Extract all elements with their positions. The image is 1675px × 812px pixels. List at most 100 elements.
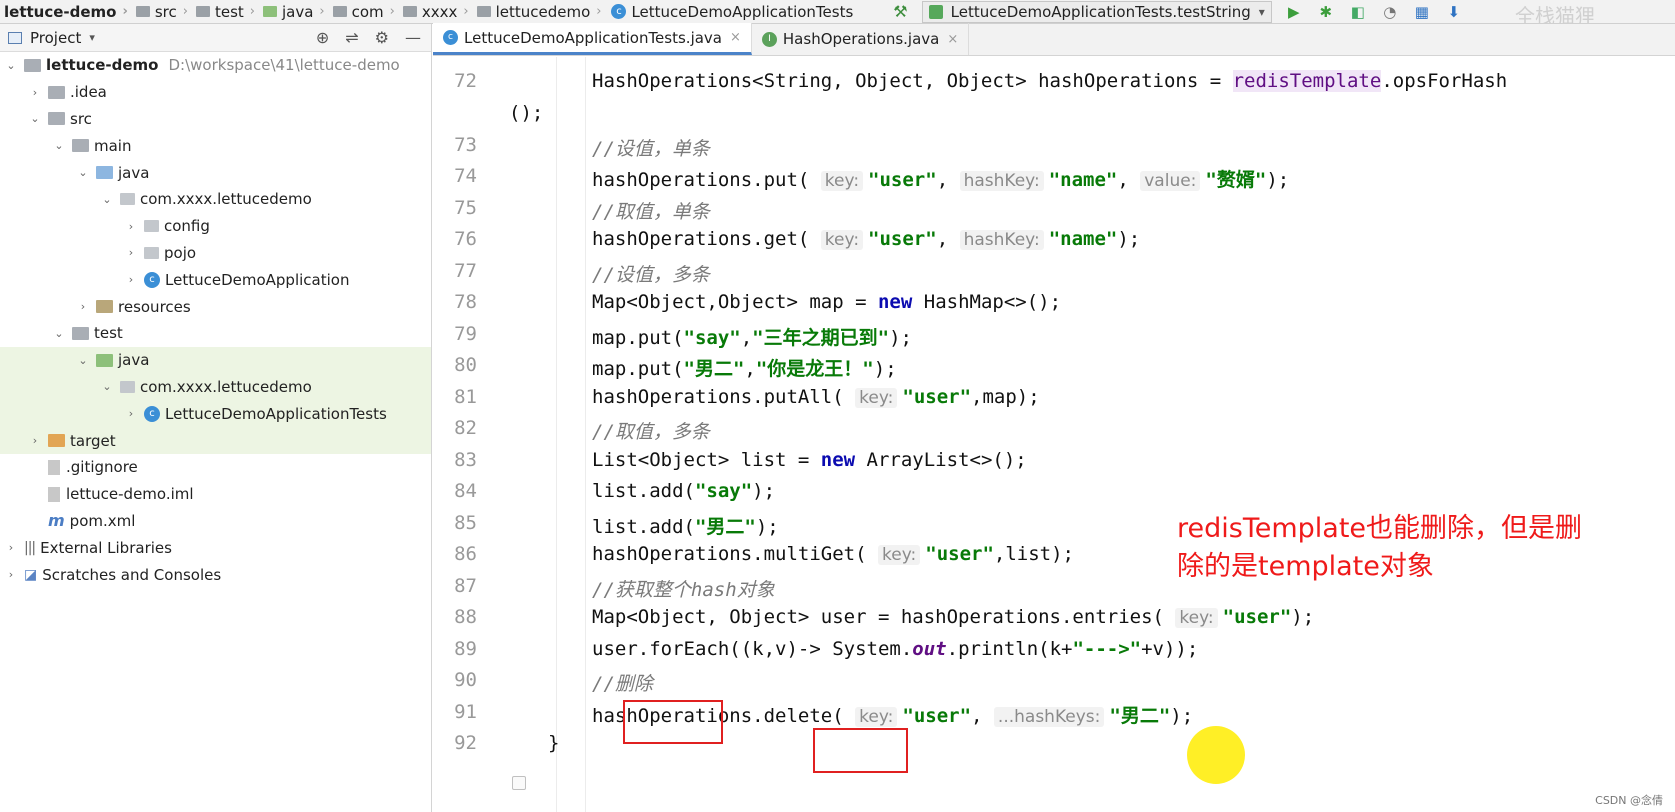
chevron-right-icon[interactable]: ›: [124, 273, 138, 286]
tree-item[interactable]: ⌄ main: [0, 132, 431, 159]
tree-item-label: main: [94, 136, 132, 155]
file-icon: [48, 459, 60, 475]
tree-item[interactable]: .gitignore: [0, 454, 431, 481]
cursor-highlight: [1187, 726, 1245, 784]
chevron-right-icon[interactable]: ›: [124, 407, 138, 420]
breadcrumb-item[interactable]: lettucedemo ›: [469, 3, 601, 21]
vcs-icon[interactable]: ▦: [1412, 2, 1432, 22]
tree-item[interactable]: ⌄ com.xxxx.lettucedemo: [0, 373, 431, 401]
coverage-icon[interactable]: ◧: [1348, 2, 1368, 22]
chevron-right-icon[interactable]: ›: [28, 86, 42, 99]
update-icon[interactable]: ⬇: [1444, 2, 1464, 22]
editor-tab-bar: c LettuceDemoApplicationTests.java × I H…: [433, 23, 1675, 56]
tree-item-label: pojo: [164, 243, 197, 262]
tab-hash-operations[interactable]: I HashOperations.java ×: [752, 23, 970, 55]
tree-item[interactable]: › pojo: [0, 240, 431, 267]
tree-item[interactable]: › c LettuceDemoApplication: [0, 266, 431, 293]
chevron-down-icon[interactable]: ⌄: [76, 166, 90, 179]
breadcrumb-item[interactable]: lettuce-demo ›: [4, 3, 128, 21]
breadcrumb-label: LettuceDemoApplicationTests: [631, 2, 854, 21]
code-line-82: //取值，多条: [592, 421, 710, 443]
tree-item[interactable]: › c LettuceDemoApplicationTests: [0, 400, 431, 428]
breadcrumb-item[interactable]: java ›: [255, 3, 325, 21]
code-area[interactable]: HashOperations<String, Object, Object> h…: [433, 57, 1675, 812]
tree-item[interactable]: › .idea: [0, 79, 431, 106]
breadcrumb-item[interactable]: test ›: [188, 3, 255, 21]
code-line-88: Map<Object, Object> user = hashOperation…: [592, 606, 1315, 628]
close-icon[interactable]: ×: [730, 30, 741, 45]
tree-item-label: External Libraries: [40, 538, 172, 557]
run-configuration-label: LettuceDemoApplicationTests.testString: [950, 2, 1251, 21]
code-editor[interactable]: 72 73 74 75 76 77 78 79 80 81 82 83 84 85 86 87 88 89 90 91…: [433, 57, 1675, 812]
tree-item-label: lettuce-demo.iml: [66, 485, 194, 504]
project-panel-header: Project ▾ ⊕ ⇌ ⚙ —: [0, 24, 431, 52]
chevron-right-icon[interactable]: ›: [124, 246, 138, 259]
tree-item-label: com.xxxx.lettucedemo: [140, 377, 312, 396]
build-hammer-icon[interactable]: ⚒: [893, 2, 907, 21]
minimize-icon[interactable]: —: [405, 28, 421, 47]
chevron-down-icon[interactable]: ⌄: [28, 112, 42, 125]
tree-item[interactable]: › ||| External Libraries: [0, 534, 431, 561]
breadcrumb-label: xxxx: [421, 2, 458, 21]
package-icon: [402, 6, 417, 17]
tree-item[interactable]: ⌄ lettuce-demo D:\workspace\41\lettuce-dem…: [0, 52, 431, 79]
run-icon[interactable]: ▶: [1284, 2, 1304, 22]
tree-item-label: com.xxxx.lettucedemo: [140, 190, 312, 209]
code-line-72-wrap: ();: [509, 102, 544, 124]
run-configuration-selector[interactable]: LettuceDemoApplicationTests.testString ▾: [921, 0, 1272, 23]
tree-item[interactable]: ⌄ java: [0, 346, 431, 374]
code-line-83: List<Object> list = new ArrayList<>();: [592, 449, 1027, 471]
chevron-right-icon[interactable]: ›: [28, 434, 42, 447]
profile-icon[interactable]: ◔: [1380, 2, 1400, 22]
package-icon: [120, 380, 135, 393]
tree-item[interactable]: m pom.xml: [0, 508, 431, 535]
breadcrumb-item[interactable]: src ›: [128, 3, 188, 21]
annotation-note: redisTemplate也能删除，但是删 除的是template对象: [1177, 510, 1657, 586]
folder-icon: [72, 139, 89, 153]
chevron-right-icon[interactable]: ›: [4, 568, 18, 581]
tree-item[interactable]: › config: [0, 213, 431, 240]
excluded-folder-icon: [48, 434, 65, 448]
breadcrumb-item[interactable]: com ›: [325, 3, 395, 21]
fold-marker-icon[interactable]: [512, 776, 526, 790]
breadcrumb-item[interactable]: xxxx ›: [395, 3, 469, 21]
tree-item[interactable]: ⌄ java: [0, 159, 431, 186]
tab-label: HashOperations.java: [782, 30, 940, 48]
tree-item-label: java: [118, 351, 150, 370]
chevron-down-icon[interactable]: ⌄: [4, 59, 18, 72]
package-icon: [476, 6, 491, 17]
chevron-right-icon[interactable]: ›: [76, 300, 90, 313]
chevron-down-icon[interactable]: ⌄: [76, 354, 90, 367]
tree-item[interactable]: › target: [0, 427, 431, 454]
debug-icon[interactable]: ✱: [1316, 2, 1336, 22]
close-icon[interactable]: ×: [947, 32, 958, 47]
chevron-right-icon[interactable]: ›: [124, 220, 138, 233]
chevron-down-icon[interactable]: ▾: [89, 31, 95, 44]
folder-icon: [135, 6, 150, 17]
tree-item[interactable]: ⌄ test: [0, 320, 431, 347]
chevron-down-icon[interactable]: ⌄: [52, 327, 66, 340]
tree-item[interactable]: ⌄ com.xxxx.lettucedemo: [0, 186, 431, 213]
breadcrumb-label: com: [351, 2, 384, 21]
chevron-right-icon[interactable]: ›: [4, 541, 18, 554]
breadcrumb-item[interactable]: c LettuceDemoApplicationTests: [601, 3, 853, 21]
locate-icon[interactable]: ⊕: [316, 28, 329, 47]
project-icon: [8, 31, 22, 44]
project-view-selector[interactable]: Project: [30, 29, 81, 47]
tree-item[interactable]: ⌄ src: [0, 106, 431, 133]
gear-icon[interactable]: ⚙: [375, 28, 389, 47]
package-icon: [332, 6, 347, 17]
collapse-all-icon[interactable]: ⇌: [345, 28, 358, 47]
tab-lettuce-demo-application-tests[interactable]: c LettuceDemoApplicationTests.java ×: [433, 23, 752, 55]
folder-icon: [48, 85, 65, 99]
package-icon: [144, 246, 159, 259]
tree-item[interactable]: lettuce-demo.iml: [0, 481, 431, 508]
chevron-down-icon[interactable]: ⌄: [52, 139, 66, 152]
project-tree: ⌄ lettuce-demo D:\workspace\41\lettuce-dem…: [0, 52, 431, 588]
tree-item[interactable]: › resources: [0, 293, 431, 320]
chevron-down-icon[interactable]: ⌄: [100, 193, 114, 206]
chevron-down-icon[interactable]: ⌄: [100, 380, 114, 393]
tree-item[interactable]: › ◪ Scratches and Consoles: [0, 561, 431, 588]
breadcrumb-label: src: [154, 2, 177, 21]
scratch-icon: ◪: [24, 566, 38, 583]
